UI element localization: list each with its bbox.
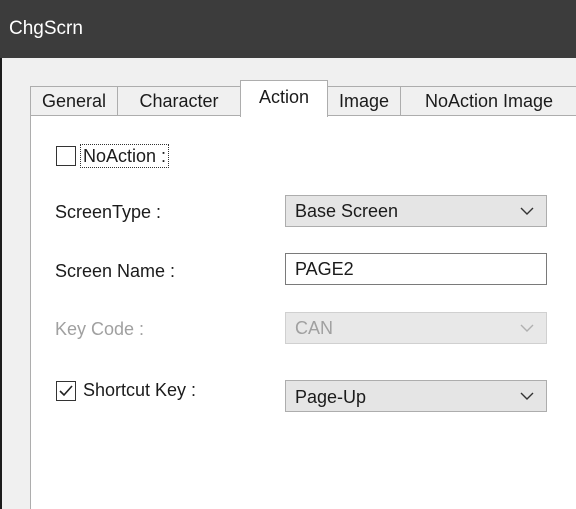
chevron-down-icon [520, 324, 534, 332]
tab-noaction-image[interactable]: NoAction Image [400, 86, 576, 116]
screen-name-label: Screen Name : [55, 261, 176, 281]
key-code-dropdown: CAN [285, 312, 547, 344]
noaction-label: NoAction : [80, 144, 170, 168]
chevron-down-icon [520, 207, 534, 215]
screen-type-value: Base Screen [295, 201, 399, 221]
dialog-window: General Character Action Image NoAction … [0, 58, 576, 509]
screen-name-input[interactable] [286, 254, 546, 284]
shortcut-key-dropdown[interactable]: Page-Up [285, 380, 547, 412]
tab-character[interactable]: Character [117, 86, 241, 116]
tab-general[interactable]: General [30, 86, 118, 116]
action-tab-panel: NoAction : ScreenType : Base Screen Scre… [30, 115, 576, 509]
shortcut-key-checkbox[interactable] [56, 381, 76, 401]
key-code-label: Key Code : [55, 319, 145, 339]
shortcut-key-value: Page-Up [295, 387, 367, 407]
chevron-down-icon [520, 392, 534, 400]
tab-image[interactable]: Image [327, 86, 401, 116]
screen-type-label: ScreenType : [55, 202, 162, 222]
tab-action[interactable]: Action [240, 80, 328, 117]
checkmark-icon [59, 385, 73, 397]
shortcut-key-label: Shortcut Key : [83, 380, 197, 400]
window-title: ChgScrn [9, 18, 83, 39]
title-bar: ChgScrn [0, 0, 576, 58]
screen-type-dropdown[interactable]: Base Screen [285, 195, 547, 227]
screen-name-field-box [285, 253, 547, 285]
key-code-value: CAN [295, 318, 334, 338]
noaction-checkbox[interactable] [56, 146, 76, 166]
